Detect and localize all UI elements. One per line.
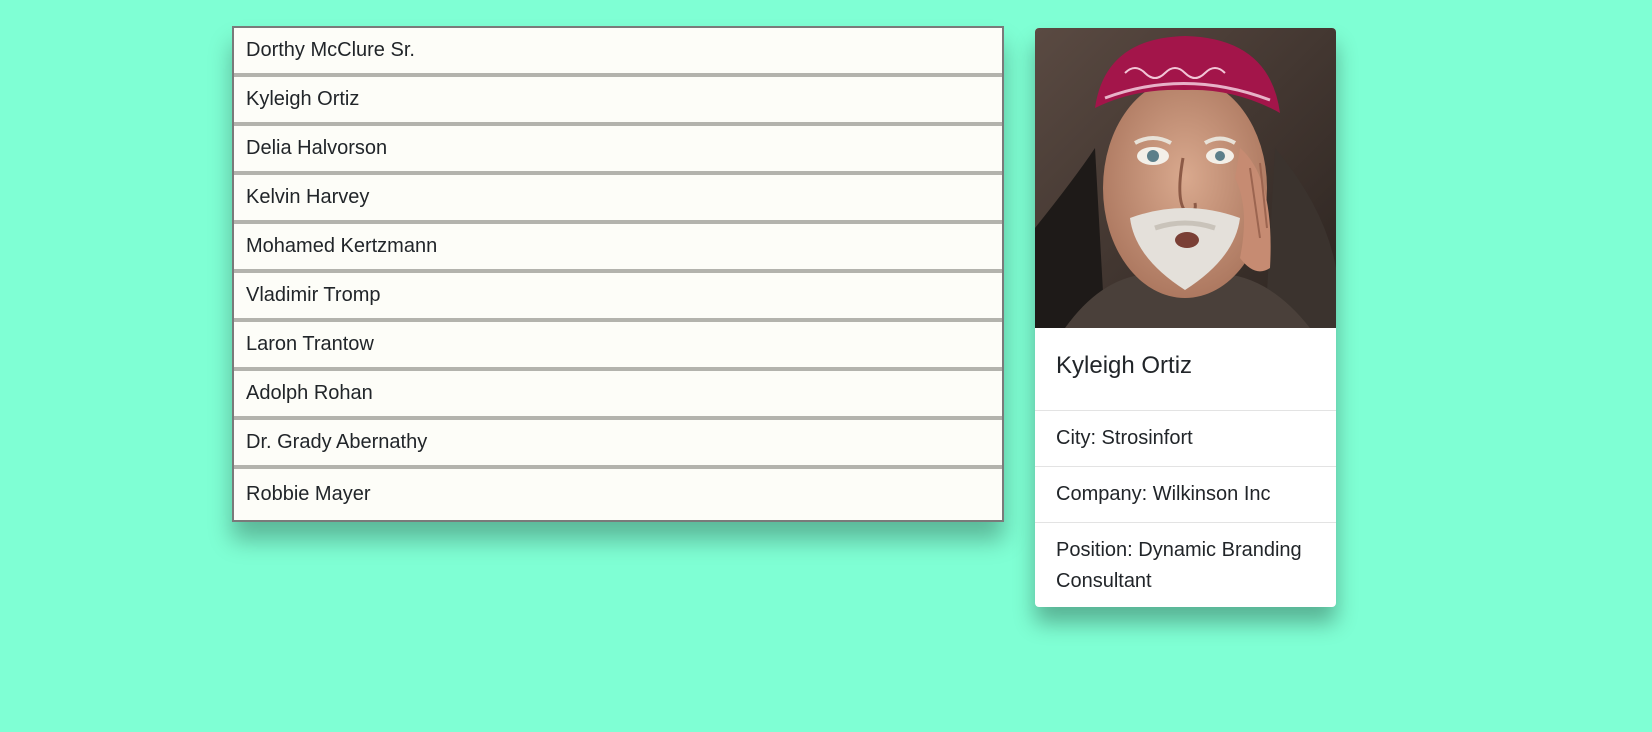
- list-item-label: Delia Halvorson: [246, 137, 388, 159]
- list-item-label: Dr. Grady Abernathy: [246, 431, 428, 453]
- list-item-label: Mohamed Kertzmann: [246, 235, 438, 257]
- profile-card: Kyleigh Ortiz City: Strosinfort Company:…: [1035, 28, 1336, 607]
- list-item-label: Kelvin Harvey: [246, 186, 370, 208]
- list-item[interactable]: Dr. Grady Abernathy: [234, 420, 1002, 469]
- list-item[interactable]: Laron Trantow: [234, 322, 1002, 371]
- card-city: City: Strosinfort: [1035, 411, 1336, 467]
- list-item[interactable]: Dorthy McClure Sr.: [234, 28, 1002, 77]
- list-item[interactable]: Robbie Mayer: [234, 469, 1002, 520]
- list-item[interactable]: Delia Halvorson: [234, 126, 1002, 175]
- card-name: Kyleigh Ortiz: [1035, 328, 1336, 411]
- profile-photo: [1035, 28, 1336, 328]
- list-item[interactable]: Kelvin Harvey: [234, 175, 1002, 224]
- list-item[interactable]: Vladimir Tromp: [234, 273, 1002, 322]
- card-position: Position: Dynamic Branding Consultant: [1056, 539, 1302, 592]
- card-company: Company: Wilkinson Inc: [1035, 467, 1336, 523]
- list-item[interactable]: Adolph Rohan: [234, 371, 1002, 420]
- list-item-label: Vladimir Tromp: [246, 284, 381, 306]
- list-item-label: Adolph Rohan: [246, 382, 373, 404]
- list-item-label: Laron Trantow: [246, 333, 374, 355]
- list-item-label: Robbie Mayer: [246, 483, 371, 505]
- people-list: Dorthy McClure Sr. Kyleigh Ortiz Delia H…: [232, 26, 1004, 522]
- list-item[interactable]: Kyleigh Ortiz: [234, 77, 1002, 126]
- list-item-label: Dorthy McClure Sr.: [246, 39, 415, 61]
- list-item[interactable]: Mohamed Kertzmann: [234, 224, 1002, 273]
- list-item-label: Kyleigh Ortiz: [246, 88, 360, 110]
